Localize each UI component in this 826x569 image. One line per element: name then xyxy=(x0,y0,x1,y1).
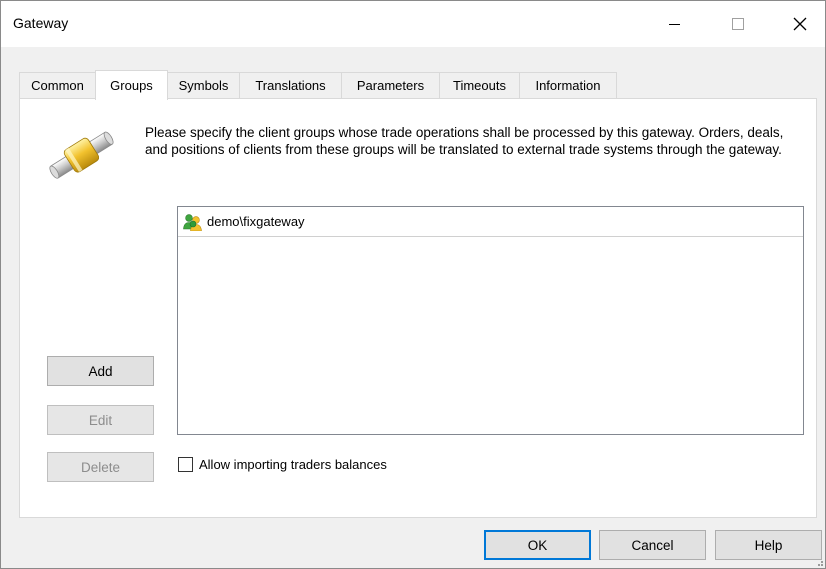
groups-description: Please specify the client groups whose t… xyxy=(145,125,784,157)
minimize-icon xyxy=(668,23,680,25)
maximize-button[interactable] xyxy=(715,1,761,47)
tab-label: Information xyxy=(535,78,601,93)
title-bar[interactable]: Gateway xyxy=(1,1,825,47)
group-name: demo\fixgateway xyxy=(207,214,305,229)
delete-button[interactable]: Delete xyxy=(47,452,154,482)
tab-label: Translations xyxy=(255,78,326,93)
tab-label: Timeouts xyxy=(453,78,506,93)
client-group-icon xyxy=(183,213,202,231)
minimize-button[interactable] xyxy=(651,1,697,47)
resize-grip-icon[interactable] xyxy=(812,555,824,567)
groups-list[interactable]: demo\fixgateway xyxy=(177,206,804,435)
close-button[interactable] xyxy=(777,1,823,47)
edit-button[interactable]: Edit xyxy=(47,405,154,435)
tab-information[interactable]: Information xyxy=(519,72,617,98)
allow-import-balances-label[interactable]: Allow importing traders balances xyxy=(199,457,387,472)
ok-button[interactable]: OK xyxy=(484,530,591,560)
tab-label: Symbols xyxy=(178,78,229,93)
tab-label: Parameters xyxy=(356,78,425,93)
tab-timeouts[interactable]: Timeouts xyxy=(439,72,520,98)
close-icon xyxy=(793,17,807,31)
tab-parameters[interactable]: Parameters xyxy=(341,72,440,98)
gateway-icon xyxy=(49,131,114,179)
list-item[interactable]: demo\fixgateway xyxy=(178,207,803,237)
tab-label: Common xyxy=(31,78,84,93)
window-title: Gateway xyxy=(13,15,69,31)
cancel-button[interactable]: Cancel xyxy=(599,530,706,560)
tab-groups[interactable]: Groups xyxy=(95,70,168,100)
tab-translations[interactable]: Translations xyxy=(239,72,342,98)
tab-label: Groups xyxy=(110,78,153,93)
tab-symbols[interactable]: Symbols xyxy=(167,72,240,98)
allow-import-balances-option[interactable]: Allow importing traders balances xyxy=(178,457,387,472)
gateway-dialog: Gateway Common Groups Symbols Translatio… xyxy=(0,0,826,569)
allow-import-balances-checkbox[interactable] xyxy=(178,457,193,472)
add-button[interactable]: Add xyxy=(47,356,154,386)
tab-common[interactable]: Common xyxy=(19,72,96,98)
maximize-icon xyxy=(732,18,744,30)
help-button[interactable]: Help xyxy=(715,530,822,560)
